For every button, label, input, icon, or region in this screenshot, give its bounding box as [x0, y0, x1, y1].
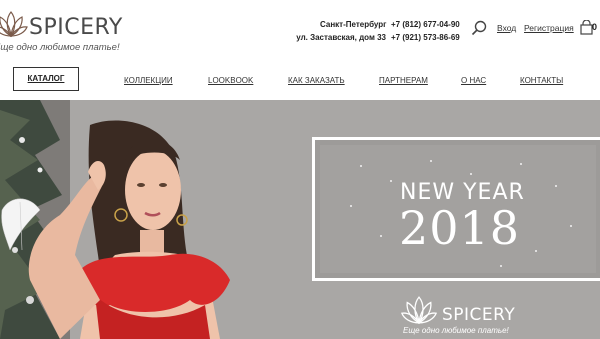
- sparkle: [520, 163, 522, 165]
- nav-item-how-to-order[interactable]: КАК ЗАКАЗАТЬ: [288, 76, 345, 85]
- sparkle: [555, 185, 557, 187]
- sparkle: [570, 225, 572, 227]
- brand-name: SPICERY: [29, 15, 123, 40]
- nav-item-partners[interactable]: ПАРТНЕРАМ: [379, 76, 428, 85]
- brand-slogan: Еще одно любимое платье!: [0, 42, 120, 53]
- lotus-icon: [400, 296, 438, 325]
- contact-phone-2[interactable]: +7 (921) 573-86-69: [391, 31, 460, 44]
- nav-item-collections[interactable]: КОЛЛЕКЦИИ: [124, 76, 173, 85]
- new-year-frame: NEW YEAR 2018: [312, 137, 600, 281]
- sparkle: [380, 235, 382, 237]
- sparkle: [360, 165, 362, 167]
- sparkle: [430, 160, 432, 162]
- site-header: SPICERY Еще одно любимое платье! Санкт-П…: [0, 0, 600, 100]
- sparkle: [500, 265, 502, 267]
- contact-address: ул. Заставская, дом 33: [296, 33, 386, 42]
- nav-item-contacts[interactable]: КОНТАКТЫ: [520, 76, 563, 85]
- new-year-year: 2018: [399, 201, 521, 255]
- hero-brand-slogan: Еще одно любимое платье!: [403, 326, 509, 335]
- sparkle: [390, 180, 392, 182]
- model-photo: [28, 120, 230, 339]
- sparkle: [535, 250, 537, 252]
- sparkle: [470, 173, 472, 175]
- hero-brand-name: SPICERY: [442, 305, 516, 325]
- lotus-icon: [0, 11, 28, 38]
- contact-phone-1[interactable]: +7 (812) 677-04-90: [391, 18, 460, 31]
- hero-banner[interactable]: NEW YEAR 2018 SPICERY Еще одно любимое п…: [0, 100, 600, 339]
- search-icon[interactable]: [471, 20, 487, 36]
- login-link[interactable]: Вход: [497, 23, 516, 33]
- hero-brand-logo: SPICERY Еще одно любимое платье!: [400, 293, 520, 339]
- nav-item-about[interactable]: О НАС: [461, 76, 486, 85]
- register-link[interactable]: Регистрация: [524, 23, 574, 33]
- cart-count[interactable]: 0: [592, 22, 597, 32]
- nav-item-lookbook[interactable]: LOOKBOOK: [208, 76, 253, 85]
- catalog-button[interactable]: КАТАЛОГ: [13, 67, 79, 91]
- contact-city: Санкт-Петербург: [320, 20, 387, 29]
- sparkle: [350, 205, 352, 207]
- brand-logo[interactable]: SPICERY Еще одно любимое платье!: [0, 4, 122, 53]
